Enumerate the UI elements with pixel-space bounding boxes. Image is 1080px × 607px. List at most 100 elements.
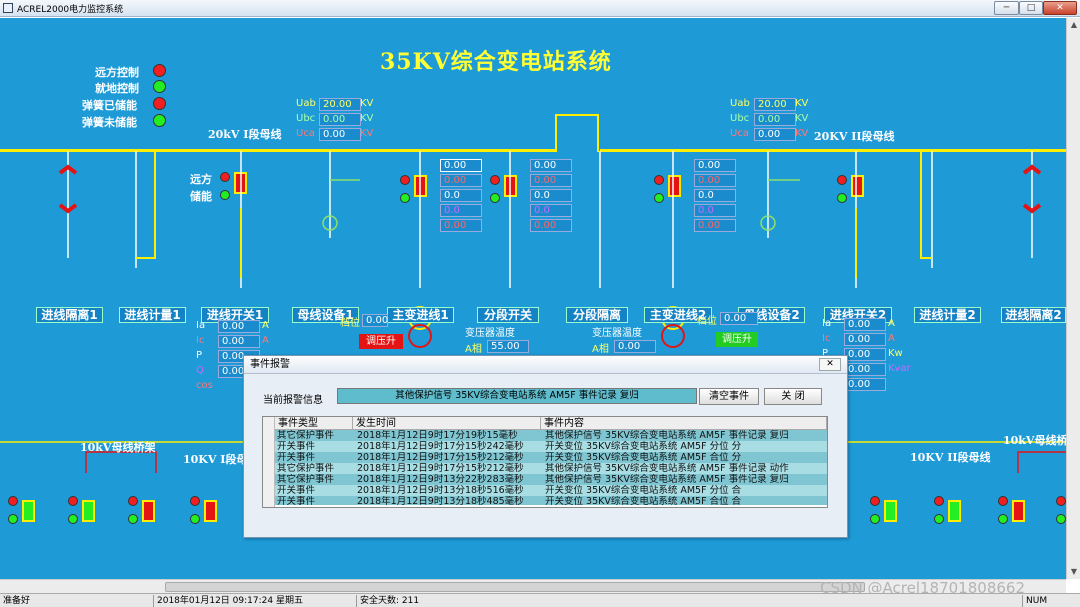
- bay-label[interactable]: 进线计量1: [119, 307, 186, 323]
- title-bar: ACREL2000电力监控系统 ─ □ ✕: [0, 0, 1080, 17]
- power-label: cos: [196, 380, 213, 391]
- event-table: 事件类型 发生时间 事件内容 其它保护事件 2018年1月12日9时17分19秒…: [262, 416, 828, 508]
- event-type: 开关事件: [277, 441, 316, 452]
- bay-label[interactable]: 分段开关: [477, 307, 539, 323]
- event-content: 其他保护信号 35KV综合变电站系统 AM5F 事件记录 复归: [545, 430, 789, 441]
- feeder-breaker[interactable]: [1012, 500, 1025, 522]
- temperature-phase: A相: [592, 344, 609, 355]
- status-ready: 准备好: [3, 596, 31, 606]
- power-label: Q: [196, 365, 204, 376]
- status-indicator: [934, 514, 944, 524]
- table-row[interactable]: 开关事件 2018年1月12日9时17分15秒212毫秒 开关变位 35KV综合…: [275, 452, 827, 463]
- bay-label[interactable]: 进线计量2: [914, 307, 981, 323]
- bus-label-10kv-1: 10KV I段母: [183, 453, 248, 466]
- event-type: 其它保护事件: [277, 463, 335, 474]
- dialog-close-icon[interactable]: ✕: [819, 358, 841, 371]
- close-dialog-button[interactable]: 关 闭: [764, 388, 822, 405]
- status-indicator: [8, 496, 18, 506]
- status-indicator: [190, 514, 200, 524]
- clear-events-button[interactable]: 清空事件: [699, 388, 759, 405]
- feeder-breaker[interactable]: [948, 500, 961, 522]
- temperature-label: 变压器温度: [465, 328, 515, 339]
- event-type: 其它保护事件: [277, 430, 335, 441]
- event-time: 2018年1月12日9时13分18秒485毫秒: [357, 496, 524, 505]
- event-time: 2018年1月12日9时13分22秒283毫秒: [357, 474, 524, 485]
- close-button[interactable]: ✕: [1043, 1, 1077, 15]
- column-header-time[interactable]: 发生时间: [353, 417, 541, 430]
- table-row[interactable]: 其它保护事件 2018年1月12日9时17分19秒15毫秒 其他保护信号 35K…: [275, 430, 827, 441]
- status-bar: 准备好 2018年01月12日 09:17:24 星期五 安全天数: 211 N…: [0, 593, 1080, 607]
- app-icon: [3, 3, 13, 13]
- maximize-button[interactable]: □: [1019, 1, 1043, 15]
- power-label: Ic: [822, 333, 831, 344]
- bus-label-10kv-2: 10KV II段母线: [910, 451, 991, 464]
- power-unit: A: [262, 335, 269, 346]
- power-value: 0.00: [844, 333, 886, 346]
- event-time: 2018年1月12日9时17分15秒212毫秒: [357, 452, 524, 463]
- column-header-type[interactable]: 事件类型: [275, 417, 353, 430]
- power-value: 0.00: [218, 320, 260, 333]
- power-value: 0.00: [844, 348, 886, 361]
- event-time: 2018年1月12日9时17分15秒242毫秒: [357, 441, 524, 452]
- power-unit: A: [262, 320, 269, 331]
- power-unit: A: [888, 333, 895, 344]
- window-title: ACREL2000电力监控系统: [17, 5, 124, 15]
- scroll-up-arrow-icon[interactable]: ▲: [1067, 18, 1080, 32]
- status-indicator: [1056, 496, 1066, 506]
- current-alarm-field: 其他保护信号 35KV综合变电站系统 AM5F 事件记录 复归: [337, 388, 697, 404]
- feeder-breaker[interactable]: [22, 500, 35, 522]
- tap-raise-button[interactable]: 调压升: [716, 332, 758, 347]
- bay-label[interactable]: 主变进线1: [387, 307, 454, 323]
- feeder-breaker[interactable]: [204, 500, 217, 522]
- current-alarm-label: 当前报警信息: [263, 395, 323, 406]
- table-row[interactable]: 开关事件 2018年1月12日9时13分18秒485毫秒 开关变位 35KV综合…: [275, 496, 827, 505]
- feeder-breaker[interactable]: [82, 500, 95, 522]
- event-time: 2018年1月12日9时13分18秒516毫秒: [357, 485, 524, 496]
- power-value: 0.00: [844, 378, 886, 391]
- temperature-label: 变压器温度: [592, 328, 642, 339]
- power-value: 0.00: [218, 335, 260, 348]
- event-content: 开关变位 35KV综合变电站系统 AM5F 合位 分: [545, 452, 742, 463]
- power-label: Ic: [196, 335, 205, 346]
- status-indicator: [870, 514, 880, 524]
- power-label: P: [196, 350, 203, 361]
- status-indicator: [190, 496, 200, 506]
- vertical-scrollbar[interactable]: ▲ ▼: [1066, 18, 1080, 579]
- temperature-value: 55.00: [487, 340, 529, 353]
- status-indicator: [128, 496, 138, 506]
- minimize-button[interactable]: ─: [994, 1, 1019, 15]
- status-indicator: [934, 496, 944, 506]
- scroll-down-arrow-icon[interactable]: ▼: [1067, 565, 1080, 579]
- feeder-breaker[interactable]: [142, 500, 155, 522]
- event-type: 其它保护事件: [277, 474, 335, 485]
- event-type: 开关事件: [277, 496, 316, 505]
- status-datetime: 2018年01月12日 09:17:24 星期五: [153, 595, 355, 607]
- table-vertical-scrollbar[interactable]: [263, 417, 275, 507]
- status-indicator: [1056, 514, 1066, 524]
- event-time: 2018年1月12日9时17分15秒212毫秒: [357, 463, 524, 474]
- scroll-thumb[interactable]: [165, 582, 865, 592]
- column-header-content[interactable]: 事件内容: [541, 417, 827, 430]
- event-type: 开关事件: [277, 485, 316, 496]
- status-indicator: [998, 496, 1008, 506]
- tap-raise-button[interactable]: 调压升: [359, 334, 403, 349]
- event-type: 开关事件: [277, 452, 316, 463]
- bay-label[interactable]: 进线隔离2: [1001, 307, 1066, 323]
- temperature-phase: A相: [465, 344, 482, 355]
- power-value: 0.00: [844, 363, 886, 376]
- status-indicator: [998, 514, 1008, 524]
- event-content: 其他保护信号 35KV综合变电站系统 AM5F 事件记录 动作: [545, 463, 789, 474]
- bay-label[interactable]: 进线隔离1: [36, 307, 103, 323]
- table-row[interactable]: 开关事件 2018年1月12日9时13分18秒516毫秒 开关变位 35KV综合…: [275, 485, 827, 496]
- status-indicator: [870, 496, 880, 506]
- dialog-title: 事件报警: [244, 356, 847, 374]
- event-content: 其他保护信号 35KV综合变电站系统 AM5F 事件记录 复归: [545, 474, 789, 485]
- tap-label: 档位: [340, 318, 360, 329]
- feeder-breaker[interactable]: [884, 500, 897, 522]
- table-row[interactable]: 其它保护事件 2018年1月12日9时13分22秒283毫秒 其他保护信号 35…: [275, 474, 827, 485]
- bay-label[interactable]: 分段隔离: [566, 307, 628, 323]
- event-content: 开关变位 35KV综合变电站系统 AM5F 合位 合: [545, 496, 742, 505]
- status-num-lock: NUM: [1022, 595, 1062, 607]
- table-row[interactable]: 开关事件 2018年1月12日9时17分15秒242毫秒 开关变位 35KV综合…: [275, 441, 827, 452]
- table-row[interactable]: 其它保护事件 2018年1月12日9时17分15秒212毫秒 其他保护信号 35…: [275, 463, 827, 474]
